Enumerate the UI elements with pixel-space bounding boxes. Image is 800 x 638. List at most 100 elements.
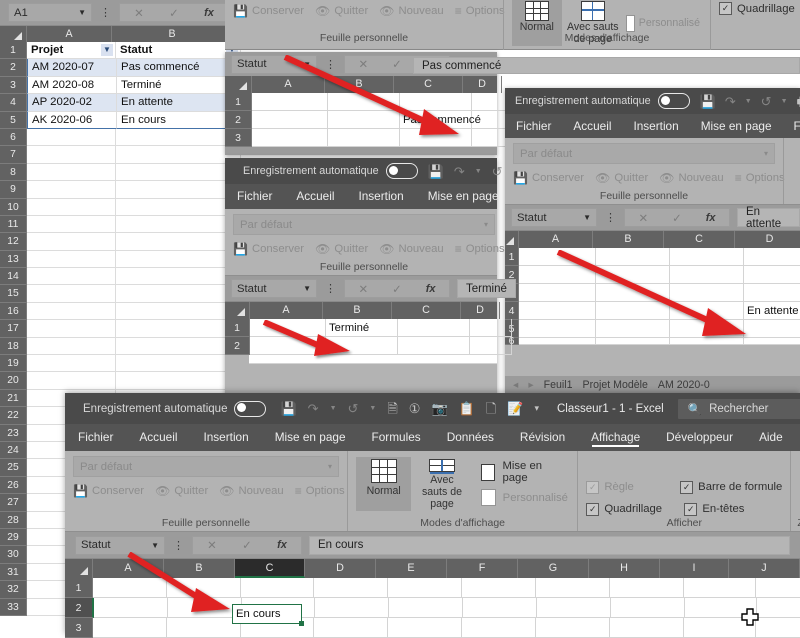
- title-bar[interactable]: Enregistrement automatique 💾 ↷ ▼ ↺ ▼ 🗎 ①…: [65, 393, 800, 424]
- cell[interactable]: [250, 337, 326, 355]
- select-all-corner[interactable]: [505, 231, 519, 248]
- column-header-C[interactable]: C: [664, 231, 735, 248]
- quitter-button[interactable]: 👁 Quitter: [595, 171, 648, 185]
- checkbox-quadrillage[interactable]: ✓ Quadrillage: [719, 2, 795, 15]
- conserver-button[interactable]: 💾 Conserver: [233, 242, 304, 256]
- cell-value-pas-commence[interactable]: Pas commencé: [400, 111, 481, 129]
- title-bar[interactable]: Enregistrement automatique 💾 ↷ ▼ ↺: [225, 158, 503, 184]
- cell[interactable]: [27, 250, 116, 269]
- title-bar[interactable]: Enregistrement automatique 💾 ↷ ▼ ↺ ▼ 🖶: [505, 88, 800, 114]
- name-box[interactable]: Statut ▼: [75, 535, 165, 555]
- checkbox-barre-de-formule[interactable]: ✓ Barre de formule: [680, 480, 782, 494]
- grid-row[interactable]: 3: [65, 618, 800, 638]
- cell[interactable]: [670, 320, 744, 338]
- column-header-F[interactable]: F: [447, 559, 518, 578]
- cancel-entry-icon[interactable]: ✕: [358, 282, 368, 296]
- cell[interactable]: [519, 284, 596, 302]
- column-header-A[interactable]: A: [252, 76, 325, 93]
- cell[interactable]: [610, 618, 684, 638]
- cell[interactable]: [314, 578, 388, 598]
- name-box[interactable]: Statut ▼: [231, 54, 317, 74]
- cell[interactable]: [116, 250, 241, 269]
- table-data-cell[interactable]: AM 2020-08: [27, 76, 117, 95]
- next-sheet-icon[interactable]: ▸: [528, 379, 533, 391]
- tab-developpeur[interactable]: Développeur: [653, 424, 746, 451]
- row-header[interactable]: 12: [0, 233, 27, 251]
- cancel-entry-icon[interactable]: ✕: [207, 538, 217, 552]
- redo-icon[interactable]: ↺: [348, 402, 359, 415]
- nouveau-button[interactable]: 👁 Nouveau: [219, 484, 283, 498]
- cell[interactable]: [470, 337, 512, 355]
- column-header-I[interactable]: I: [660, 559, 729, 578]
- options-button[interactable]: ≡ Options: [455, 242, 505, 256]
- tab-insertion[interactable]: Insertion: [622, 114, 689, 138]
- cell[interactable]: [27, 372, 116, 390]
- cell[interactable]: [252, 111, 328, 129]
- cell-value-termine[interactable]: Terminé: [326, 319, 398, 337]
- tab-insertion[interactable]: Insertion: [346, 184, 415, 209]
- insert-function-icon[interactable]: fx: [277, 539, 287, 551]
- more-options-icon[interactable]: ⋮: [173, 539, 184, 552]
- cell[interactable]: [389, 598, 463, 618]
- grid-row[interactable]: 1: [225, 93, 514, 111]
- row-header[interactable]: 3: [0, 76, 27, 95]
- cell[interactable]: [744, 248, 800, 266]
- cell[interactable]: [670, 248, 744, 266]
- row-header[interactable]: 16: [0, 302, 27, 321]
- cell[interactable]: [94, 598, 168, 618]
- quitter-button[interactable]: 👁 Quitter: [155, 484, 208, 498]
- row-header[interactable]: 7: [0, 146, 27, 164]
- row-header[interactable]: 4: [505, 302, 519, 320]
- table-data-cell[interactable]: AP 2020-02: [27, 94, 117, 112]
- cell[interactable]: [596, 338, 670, 345]
- column-header-A[interactable]: A: [27, 26, 112, 42]
- undo-chevron-icon[interactable]: ▼: [330, 405, 337, 412]
- cell[interactable]: [326, 337, 398, 355]
- sheet-tab-am-2020[interactable]: AM 2020-0: [658, 379, 710, 391]
- mise-en-page-button[interactable]: Mise en page: [480, 460, 570, 484]
- cell[interactable]: [27, 128, 116, 147]
- tab-accueil[interactable]: Accueil: [126, 424, 190, 451]
- row-header[interactable]: 1: [225, 319, 250, 337]
- tab-insertion[interactable]: Insertion: [190, 424, 261, 451]
- conserver-button[interactable]: 💾 Conserver: [233, 4, 304, 18]
- row-header[interactable]: 13: [0, 250, 27, 269]
- cell[interactable]: [744, 338, 800, 345]
- view-page-break-button[interactable]: Avec sauts de page: [414, 457, 469, 511]
- row-header[interactable]: 24: [0, 441, 27, 460]
- nouveau-button[interactable]: 👁 Nouveau: [379, 4, 443, 18]
- tab-accueil[interactable]: Accueil: [562, 114, 622, 138]
- row-header[interactable]: 18: [0, 337, 27, 356]
- row-header[interactable]: 9: [0, 181, 27, 199]
- insert-function-icon[interactable]: fx: [426, 283, 436, 295]
- cell[interactable]: [744, 320, 800, 338]
- tab-fichier[interactable]: Fichier: [225, 184, 284, 209]
- confirm-entry-icon[interactable]: ✓: [392, 57, 402, 71]
- cell[interactable]: [116, 128, 241, 147]
- insert-function-icon[interactable]: fx: [706, 212, 716, 224]
- redo-chevron-icon[interactable]: ▼: [781, 98, 788, 105]
- formula-input-pas-commence[interactable]: Pas commencé: [413, 57, 800, 74]
- personal-sheet-combo[interactable]: Par défaut ▾: [233, 214, 495, 235]
- row-header[interactable]: 8: [0, 163, 27, 182]
- chevron-down-icon[interactable]: ▼: [78, 8, 86, 17]
- cell[interactable]: [398, 337, 470, 355]
- cell[interactable]: [670, 266, 744, 284]
- cell[interactable]: [462, 578, 536, 598]
- column-header-A[interactable]: A: [250, 302, 323, 319]
- column-header-D[interactable]: D: [305, 559, 376, 578]
- view-normal-button[interactable]: Norm: [792, 146, 800, 187]
- select-all-corner[interactable]: [225, 302, 250, 319]
- grid-row[interactable]: 1: [505, 248, 800, 266]
- cell[interactable]: [400, 93, 472, 111]
- cell[interactable]: [596, 284, 670, 302]
- confirm-entry-icon[interactable]: ✓: [242, 538, 252, 552]
- grid-row-partial[interactable]: [249, 355, 497, 364]
- cell[interactable]: [116, 302, 241, 321]
- row-header[interactable]: 28: [0, 511, 27, 529]
- save-icon[interactable]: 💾: [428, 165, 444, 178]
- cell[interactable]: [400, 129, 472, 147]
- column-header-C[interactable]: C: [394, 76, 463, 93]
- confirm-entry-icon[interactable]: ✓: [392, 282, 402, 296]
- row-header[interactable]: 2: [225, 111, 252, 129]
